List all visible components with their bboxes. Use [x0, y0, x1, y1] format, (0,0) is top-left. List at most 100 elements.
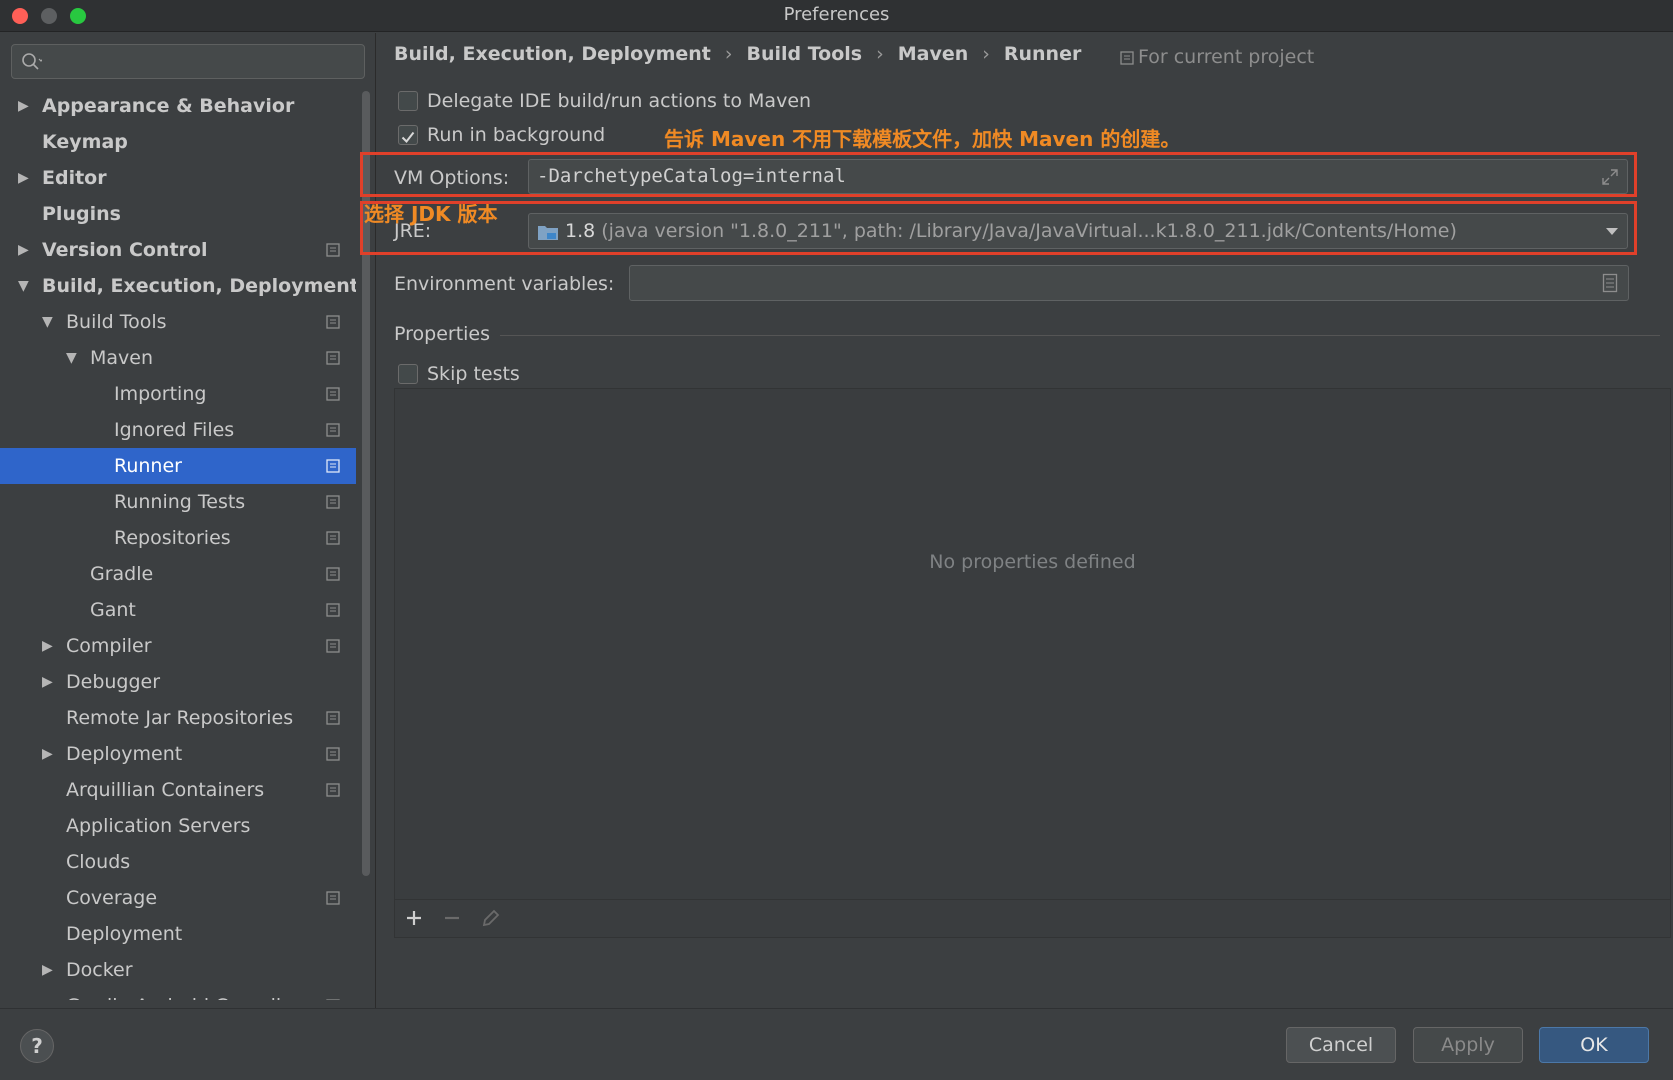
- project-scope-icon: [326, 423, 340, 437]
- jre-version: 1.8: [565, 220, 596, 242]
- sidebar-item-deployment[interactable]: Deployment: [0, 916, 356, 952]
- delegate-build-checkbox-row[interactable]: Delegate IDE build/run actions to Maven: [398, 87, 818, 115]
- sidebar-item-label: Coverage: [66, 887, 158, 909]
- remove-property-icon[interactable]: [443, 909, 461, 927]
- sidebar-item-label: Keymap: [42, 131, 128, 153]
- project-scope-icon: [326, 243, 340, 257]
- sidebar-item-label: Build, Execution, Deployment: [42, 275, 356, 297]
- run-in-background-checkbox-row[interactable]: Run in background: [398, 121, 618, 149]
- jdk-folder-icon: [538, 226, 558, 240]
- sidebar-item-running-tests[interactable]: Running Tests: [0, 484, 356, 520]
- sidebar-item-compiler[interactable]: ▶ Compiler: [0, 628, 356, 664]
- settings-tree: ▶ Appearance & Behavior Keymap ▶ Editor Plugi…: [0, 88, 356, 1000]
- sidebar-item-label: Plugins: [42, 203, 121, 225]
- sidebar-item-label: Gant: [90, 599, 136, 621]
- delegate-build-label: Delegate IDE build/run actions to Maven: [427, 90, 812, 112]
- breadcrumb-item: Build Tools: [746, 43, 863, 65]
- project-scope-icon: [326, 603, 340, 617]
- chevron-right-icon[interactable]: ▶: [42, 628, 58, 664]
- chevron-right-icon[interactable]: ▶: [42, 736, 58, 772]
- sidebar-item-editor[interactable]: ▶ Editor: [0, 160, 356, 196]
- properties-toolbar: [395, 899, 1670, 937]
- ok-button[interactable]: OK: [1539, 1027, 1649, 1063]
- sidebar-item-label: Arquillian Containers: [66, 779, 265, 801]
- runner-settings-panel: Build, Execution, Deployment › Build Tools…: [360, 33, 1673, 1008]
- properties-title: Properties: [394, 323, 491, 345]
- browse-document-icon[interactable]: [1602, 273, 1618, 293]
- jre-label: JRE:: [394, 220, 432, 242]
- edit-property-icon[interactable]: [481, 908, 501, 928]
- sidebar-item-label: Build Tools: [66, 311, 167, 333]
- apply-button[interactable]: Apply: [1413, 1027, 1523, 1063]
- project-scope-icon: [326, 747, 340, 761]
- sidebar-item-appearance-behavior[interactable]: ▶ Appearance & Behavior: [0, 88, 356, 124]
- chevron-right-icon[interactable]: ▶: [42, 664, 58, 700]
- chevron-right-icon[interactable]: ▶: [18, 160, 34, 196]
- settings-sidebar: ▶ Appearance & Behavior Keymap ▶ Editor Plugi…: [0, 33, 376, 1008]
- environment-variables-label: Environment variables:: [394, 273, 615, 295]
- sidebar-item-label: Clouds: [66, 851, 131, 873]
- sidebar-item-remote-jar-repositories[interactable]: Remote Jar Repositories: [0, 700, 356, 736]
- for-current-project-text: For current project: [1138, 46, 1315, 68]
- sidebar-item-importing[interactable]: Importing: [0, 376, 356, 412]
- expand-icon[interactable]: [1601, 168, 1619, 186]
- sidebar-item-build-execution-deployment[interactable]: ▼ Build, Execution, Deployment: [0, 268, 356, 304]
- sidebar-item-build-tools[interactable]: ▼ Build Tools: [0, 304, 356, 340]
- chevron-right-icon[interactable]: ▶: [18, 88, 34, 124]
- help-button[interactable]: ?: [20, 1029, 54, 1063]
- skip-tests-checkbox-row[interactable]: Skip tests: [398, 360, 538, 388]
- project-scope-icon: [326, 891, 340, 905]
- sidebar-item-gradle[interactable]: Gradle: [0, 556, 356, 592]
- skip-tests-label: Skip tests: [427, 363, 520, 385]
- sidebar-item-deployment[interactable]: ▶ Deployment: [0, 736, 356, 772]
- vm-options-field[interactable]: -DarchetypeCatalog=internal: [528, 159, 1628, 194]
- properties-divider: [500, 335, 1660, 336]
- sidebar-item-version-control[interactable]: ▶ Version Control: [0, 232, 356, 268]
- sidebar-item-repositories[interactable]: Repositories: [0, 520, 356, 556]
- project-scope-icon: [326, 315, 340, 329]
- sidebar-item-label: Deployment: [66, 923, 183, 945]
- chevron-down-icon[interactable]: ▼: [18, 268, 34, 304]
- sidebar-item-application-servers[interactable]: Application Servers: [0, 808, 356, 844]
- sidebar-item-label: Remote Jar Repositories: [66, 707, 294, 729]
- sidebar-item-ignored-files[interactable]: Ignored Files: [0, 412, 356, 448]
- sidebar-item-coverage[interactable]: Coverage: [0, 880, 356, 916]
- run-in-background-checkbox[interactable]: [398, 125, 418, 145]
- sidebar-item-label: Runner: [114, 455, 182, 477]
- sidebar-item-keymap[interactable]: Keymap: [0, 124, 356, 160]
- title-bar: Preferences: [0, 0, 1673, 32]
- sidebar-item-label: Version Control: [42, 239, 208, 261]
- cancel-button[interactable]: Cancel: [1286, 1027, 1396, 1063]
- sidebar-item-plugins[interactable]: Plugins: [0, 196, 356, 232]
- sidebar-item-arquillian-containers[interactable]: Arquillian Containers: [0, 772, 356, 808]
- sidebar-item-label: Gradle: [90, 563, 154, 585]
- sidebar-item-maven[interactable]: ▼ Maven: [0, 340, 356, 376]
- search-input[interactable]: [11, 44, 365, 79]
- properties-table[interactable]: No properties defined: [394, 388, 1671, 938]
- breadcrumb-item: Build, Execution, Deployment: [394, 43, 711, 65]
- sidebar-item-label: Ignored Files: [114, 419, 235, 441]
- chevron-right-icon[interactable]: ▶: [18, 232, 34, 268]
- sidebar-item-docker[interactable]: ▶ Docker: [0, 952, 356, 988]
- chevron-down-icon[interactable]: ▼: [42, 304, 58, 340]
- chevron-down-icon[interactable]: ▼: [66, 340, 82, 376]
- add-property-icon[interactable]: [405, 909, 423, 927]
- chevron-right-icon[interactable]: ▶: [42, 952, 58, 988]
- vm-options-label: VM Options:: [394, 167, 510, 189]
- project-scope-icon: [326, 639, 340, 653]
- sidebar-item-label: Docker: [66, 959, 133, 981]
- delegate-build-checkbox[interactable]: [398, 91, 418, 111]
- jre-dropdown[interactable]: 1.8 (java version "1.8.0_211", path: /Li…: [528, 213, 1628, 249]
- skip-tests-checkbox[interactable]: [398, 364, 418, 384]
- sidebar-item-gant[interactable]: Gant: [0, 592, 356, 628]
- environment-variables-field[interactable]: [629, 265, 1629, 301]
- project-scope-icon: [326, 459, 340, 473]
- project-scope-icon: [326, 351, 340, 365]
- sidebar-item-clouds[interactable]: Clouds: [0, 844, 356, 880]
- project-scope-icon: [326, 387, 340, 401]
- checkmark-icon: [401, 131, 415, 144]
- sidebar-item-gradle-android-compiler[interactable]: Gradle-Android Compiler: [0, 988, 356, 1000]
- for-current-project-label: For current project: [1120, 46, 1314, 68]
- sidebar-item-debugger[interactable]: ▶ Debugger: [0, 664, 356, 700]
- sidebar-item-runner[interactable]: Runner: [0, 448, 356, 484]
